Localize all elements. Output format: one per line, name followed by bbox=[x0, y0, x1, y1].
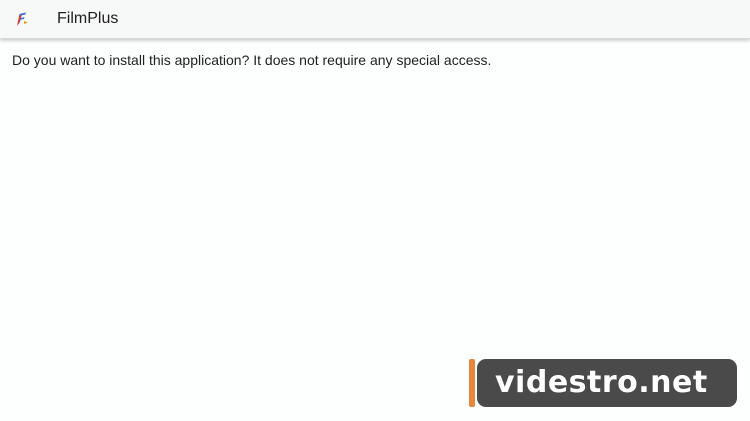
app-bar: FilmPlus bbox=[0, 0, 750, 39]
install-message: Do you want to install this application?… bbox=[12, 52, 492, 68]
watermark-box: videstro.net bbox=[477, 359, 737, 407]
filmplus-app-icon bbox=[12, 9, 32, 29]
watermark: videstro.net bbox=[469, 359, 737, 407]
app-title: FilmPlus bbox=[57, 10, 119, 27]
watermark-text: videstro.net bbox=[495, 365, 708, 400]
watermark-accent bbox=[469, 359, 475, 407]
